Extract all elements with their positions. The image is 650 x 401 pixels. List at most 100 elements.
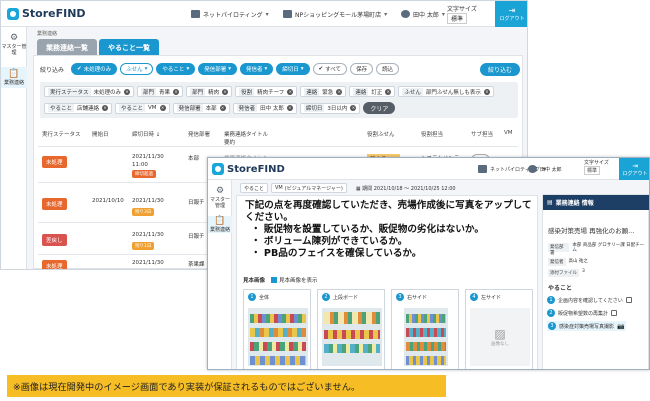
status-badge[interactable]: 未処理 <box>42 260 67 269</box>
sidebar-item-contact[interactable]: 📋 業務連絡 <box>208 216 232 233</box>
filter-fusen-chip[interactable]: ふせん ▾ <box>120 63 154 75</box>
status-badge[interactable]: 未処理 <box>42 198 67 210</box>
due-time: 11:00 <box>132 162 148 168</box>
remove-icon[interactable]: × <box>286 105 293 111</box>
column-header-role[interactable]: 役割ふせん <box>367 130 395 138</box>
active-filter-row-1: 実行ステータス 未処理のみ × 部門 青果 × 部門 精肉 × 役割 精肉チーフ × 連絡 緊急 ×… <box>44 86 514 97</box>
remove-icon[interactable]: × <box>483 88 490 95</box>
filter-all-chip[interactable]: ✔ すべて <box>312 63 348 75</box>
instruction-bullet: ・ PB品のフェイスを確保しているか。 <box>251 248 422 259</box>
store-group-select[interactable]: ネットパイロティング ▾ <box>191 7 269 21</box>
chevron-down-icon: ▾ <box>265 10 269 18</box>
remove-icon[interactable]: × <box>336 88 343 95</box>
remove-icon[interactable]: × <box>173 88 180 95</box>
todo-item-2[interactable]: 2 販促物希望数の再集計 <box>547 309 618 317</box>
column-header-assignee[interactable]: 役割担当 <box>421 130 443 138</box>
vm-tag: VM (ビジュアルマネージャー) <box>271 183 347 193</box>
store-icon <box>191 10 200 18</box>
column-header-sub[interactable]: サブ担当 <box>471 130 493 138</box>
column-header-start[interactable]: 開始日 <box>92 130 109 138</box>
filter-tag[interactable]: 連絡 緊急 × <box>300 86 347 97</box>
info-header: ▤ 業務連絡 情報 <box>543 195 649 210</box>
remove-icon[interactable]: × <box>350 105 357 111</box>
filter-due-chip[interactable]: 締切日 ▾ <box>276 63 310 75</box>
filter-tag[interactable]: 締切日 3日以内 × <box>299 102 361 114</box>
filter-dept-chip[interactable]: 発信部署 ▾ <box>198 63 237 75</box>
remove-icon[interactable]: × <box>287 88 294 95</box>
logout-button[interactable]: ⇥ ログアウト <box>619 158 649 180</box>
sample-card-4[interactable]: 4 左サイド ▨ 画像なし <box>465 289 533 369</box>
filter-tag[interactable]: 実行ステータス 未処理のみ × <box>44 86 135 97</box>
start-date: 2021/10/10 <box>92 198 124 204</box>
info-title[interactable]: 感染対策売場 再強化のお願... <box>548 225 634 235</box>
column-header-status[interactable]: 実行ステータス <box>42 130 81 138</box>
filter-tag[interactable]: 役割 精肉チーフ × <box>235 86 298 97</box>
status-badge[interactable]: 差戻し <box>42 234 67 246</box>
font-size-select[interactable]: 文字サイズ 標準 <box>584 159 609 175</box>
status-badge[interactable]: 未処理 <box>42 156 67 168</box>
storefind-logo-icon <box>7 7 19 20</box>
sidebar-item-contact[interactable]: 📋 業務連絡 <box>1 67 27 88</box>
info-row-dept: 発信部署 本部 商品部 グロサリー課 日配チーム <box>548 243 645 256</box>
step-2: 2 <box>547 309 555 317</box>
sample-card-3[interactable]: 3 右サイド <box>391 289 459 369</box>
remove-icon[interactable]: × <box>102 105 109 111</box>
column-header-vm[interactable]: VM <box>504 130 513 136</box>
sample-card-1[interactable]: 1 全体 <box>243 289 311 369</box>
filter-tag[interactable]: 部門 精肉 × <box>186 86 233 97</box>
filter-tag[interactable]: やること 店舗連絡 × <box>44 102 113 114</box>
logout-button[interactable]: ⇥ ログアウト <box>495 1 527 27</box>
filter-todo-chip[interactable]: やること ▾ <box>156 63 196 75</box>
shelf-photo[interactable] <box>248 308 308 366</box>
apply-filter-button[interactable]: 絞り込む <box>480 63 521 76</box>
camera-icon[interactable]: 📷 <box>617 323 624 330</box>
filter-load-chip[interactable]: 読込 <box>376 63 400 75</box>
user-menu[interactable]: 田中 太郎 <box>528 162 562 176</box>
due-badge: 残り3日 <box>132 208 155 216</box>
remove-icon[interactable]: × <box>222 88 229 95</box>
disclaimer-notice: ※画像は現在開発中のイメージ画面であり実装が保証されるものではございません。 <box>7 375 446 397</box>
todo-item-1[interactable]: 1 企画内容を確認してください <box>547 296 632 304</box>
gear-icon: ⚙ <box>215 186 225 196</box>
sidebar-item-master[interactable]: ⚙ マスター管理 <box>1 33 27 56</box>
check-icon: ✔ <box>77 66 82 72</box>
filter-sender-chip[interactable]: 発信者 ▾ <box>239 63 274 75</box>
sidebar-item-master[interactable]: ⚙ マスター管理 <box>208 186 232 209</box>
shelf-photo[interactable] <box>404 308 448 366</box>
app-logo[interactable]: StoreFIND <box>212 163 285 175</box>
filter-tag[interactable]: 部門 青果 × <box>137 86 184 97</box>
filter-tag[interactable]: やること VM × <box>115 102 170 114</box>
info-row-attachments[interactable]: 添付ファイル 3 <box>548 269 585 277</box>
breadcrumb[interactable]: 業務連絡 <box>37 30 57 37</box>
filter-tag[interactable]: 発信者 田中 太郎 × <box>232 102 297 114</box>
due-badge: 締切超過 <box>132 170 156 178</box>
detail-window: StoreFIND ネットパイロティング ▾ 田中 太郎 文字サイズ 標準 ⇥ ログア… <box>207 157 650 370</box>
column-header-due[interactable]: 締切日時 ↓ <box>132 130 160 138</box>
column-header-title[interactable]: 業務連絡タイトル <box>224 130 268 138</box>
filter-save-chip[interactable]: 保存 <box>350 63 374 75</box>
store-select[interactable]: NPショッピングモール茅場町店 ▾ <box>283 7 387 21</box>
remove-icon[interactable]: × <box>124 88 131 95</box>
sample-header: 見本画像 見本画像を表示 <box>243 276 318 284</box>
sample-toggle[interactable]: 見本画像を表示 <box>271 276 318 284</box>
checkbox-icon[interactable] <box>625 297 632 303</box>
remove-icon[interactable]: × <box>385 88 392 95</box>
shelf-photo[interactable] <box>322 308 382 366</box>
clear-filter-button[interactable]: クリア <box>363 102 396 114</box>
user-menu[interactable]: 田中 太郎 ▾ <box>401 7 445 21</box>
sample-card-2[interactable]: 2 上段ボード <box>317 289 385 369</box>
filter-tag[interactable]: 発信部署 本部 × <box>172 102 230 114</box>
app-logo[interactable]: StoreFIND <box>7 7 86 20</box>
checkbox-icon[interactable] <box>611 310 618 316</box>
remove-icon[interactable]: × <box>159 105 166 111</box>
filter-tag[interactable]: ふせん 部門ふせん無しも表示 × <box>398 86 494 97</box>
instruction-bullet: ・ ボリューム陳列ができているか。 <box>251 236 408 247</box>
filter-tag[interactable]: 連絡 訂正 × <box>349 86 396 97</box>
remove-icon[interactable]: × <box>219 105 226 111</box>
todo-item-3[interactable]: 3 感染症対策売場写真撮影 📷 <box>547 321 626 331</box>
clipboard-icon: 📋 <box>214 216 226 226</box>
column-header-dept[interactable]: 発信部署 <box>188 130 210 138</box>
font-size-select[interactable]: 文字サイズ 標準 <box>447 4 477 24</box>
filter-unprocessed-chip[interactable]: ✔ 未処理のみ <box>71 63 118 75</box>
calendar-icon: ▦ <box>355 185 361 192</box>
